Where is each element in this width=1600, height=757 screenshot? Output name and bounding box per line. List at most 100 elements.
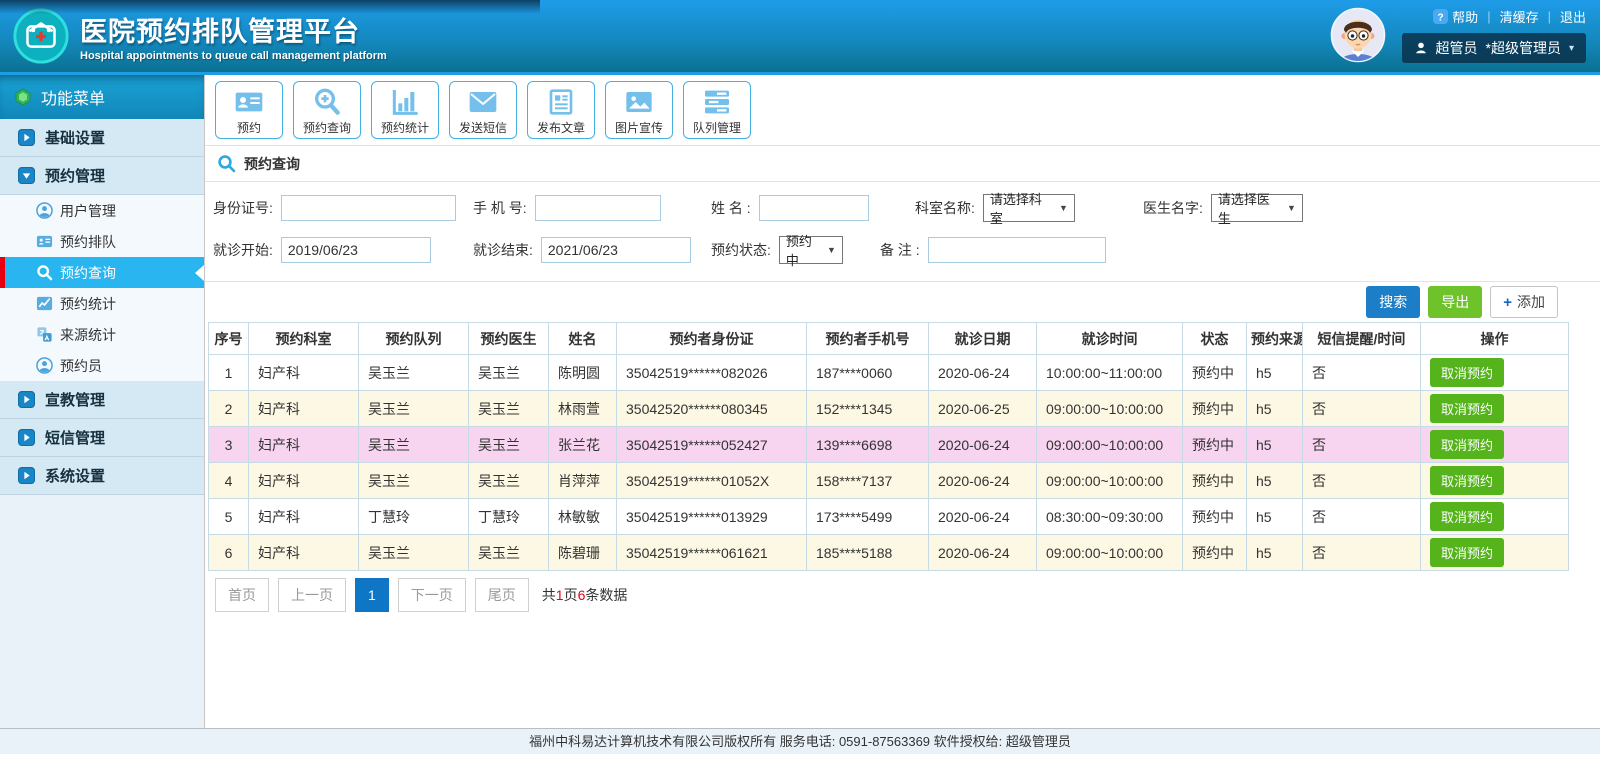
- copyright-text: 福州中科易达计算机技术有限公司版权所有 服务电话: 0591-87563369 …: [529, 734, 1071, 749]
- table-cell: 妇产科: [249, 391, 359, 427]
- patient-name-input[interactable]: [759, 195, 869, 221]
- collapsed-arrow-icon: [18, 467, 35, 484]
- cancel-appointment-button[interactable]: 取消预约: [1430, 502, 1504, 531]
- table-cell: h5: [1247, 391, 1303, 427]
- table-cell: 否: [1303, 535, 1421, 571]
- doctor-field-group: 医生名字: 请选择医生▼: [1143, 194, 1303, 222]
- search-icon: [36, 264, 53, 281]
- sidebar-item-label: 预约查询: [60, 263, 116, 283]
- toolbar-button-appointment-stats[interactable]: 预约统计: [371, 81, 439, 139]
- prev-page-button[interactable]: 上一页: [278, 578, 346, 612]
- logout-link[interactable]: 退出: [1560, 7, 1586, 26]
- toolbar-button-publish-article[interactable]: 发布文章: [527, 81, 595, 139]
- toolbar-button-appointment[interactable]: 预约: [215, 81, 283, 139]
- table-cell: 预约中: [1183, 391, 1247, 427]
- table-action-cell: 取消预约: [1421, 355, 1569, 391]
- sidebar-item-source-stats[interactable]: 来源统计: [0, 319, 204, 350]
- cancel-appointment-button[interactable]: 取消预约: [1430, 430, 1504, 459]
- visit-end-input[interactable]: [541, 237, 691, 263]
- column-header: 序号: [209, 323, 249, 355]
- table-cell: 6: [209, 535, 249, 571]
- sidebar-item-appointment-query[interactable]: 预约查询: [0, 257, 204, 288]
- page-1-button[interactable]: 1: [355, 578, 389, 612]
- add-button[interactable]: + 添加: [1490, 286, 1558, 318]
- table-cell: 否: [1303, 391, 1421, 427]
- pagination-summary: 共1页6条数据: [542, 585, 628, 605]
- sidebar-item-sms-management[interactable]: 短信管理: [0, 419, 204, 457]
- department-select[interactable]: 请选择科室▼: [983, 194, 1075, 222]
- sidebar-item-education-management[interactable]: 宣教管理: [0, 381, 204, 419]
- visit-start-input[interactable]: [281, 237, 431, 263]
- table-cell: 预约中: [1183, 427, 1247, 463]
- plus-icon: +: [1503, 295, 1512, 310]
- cancel-appointment-button[interactable]: 取消预约: [1430, 538, 1504, 567]
- sidebar-item-appointment-queue[interactable]: 预约排队: [0, 226, 204, 257]
- sidebar-item-appointment-management[interactable]: 预约管理: [0, 157, 204, 195]
- cancel-appointment-button[interactable]: 取消预约: [1430, 466, 1504, 495]
- export-button[interactable]: 导出: [1428, 286, 1482, 318]
- cancel-appointment-button[interactable]: 取消预约: [1430, 358, 1504, 387]
- help-link[interactable]: ? 帮助: [1433, 7, 1478, 26]
- chevron-down-icon: ▾: [1569, 43, 1574, 54]
- clear-cache-link[interactable]: 清缓存: [1500, 7, 1539, 26]
- column-header: 预约医生: [469, 323, 549, 355]
- table-cell: h5: [1247, 499, 1303, 535]
- table-cell: 林敏敏: [549, 499, 617, 535]
- table-header-row: 序号预约科室预约队列预约医生姓名预约者身份证预约者手机号就诊日期就诊时间状态预约…: [209, 323, 1569, 355]
- sidebar-item-label: 预约管理: [45, 165, 105, 186]
- doctor-label: 医生名字:: [1143, 198, 1203, 218]
- toolbar-button-send-sms[interactable]: 发送短信: [449, 81, 517, 139]
- remarks-label: 备 注 :: [880, 240, 920, 260]
- sidebar-item-system-settings[interactable]: 系统设置: [0, 457, 204, 495]
- id-card-large-icon: [232, 86, 266, 118]
- toolbar-button-label: 预约: [237, 119, 261, 136]
- sidebar-item-user-management[interactable]: 用户管理: [0, 195, 204, 226]
- table-cell: 35042520******080345: [617, 391, 807, 427]
- department-field-group: 科室名称:请选择科室▼: [915, 194, 1075, 222]
- user-avatar: [1330, 7, 1386, 63]
- toolbar-button-label: 发布文章: [537, 119, 585, 136]
- id-card-number-input[interactable]: [281, 195, 456, 221]
- search-icon: [217, 154, 236, 173]
- sidebar: 功能菜单 基础设置预约管理用户管理预约排队预约查询预约统计来源统计预约员宣教管理…: [0, 75, 205, 728]
- toolbar-button-label: 图片宣传: [615, 119, 663, 136]
- sidebar-item-label: 基础设置: [45, 127, 105, 148]
- sidebar-menu-title: 功能菜单: [0, 75, 204, 119]
- table-cell: 158****7137: [807, 463, 929, 499]
- phone-number-input[interactable]: [535, 195, 661, 221]
- sidebar-item-basic-settings[interactable]: 基础设置: [0, 119, 204, 157]
- sidebar-item-appointment-stats[interactable]: 预约统计: [0, 288, 204, 319]
- column-header: 预约队列: [359, 323, 469, 355]
- actions-row: 搜索 导出 + 添加: [205, 282, 1600, 322]
- user-menu[interactable]: 超管员 *超级管理员 ▾: [1402, 33, 1586, 63]
- doctor-select[interactable]: 请选择医生▼: [1211, 194, 1303, 222]
- table-row: 6妇产科吴玉兰吴玉兰陈碧珊35042519******061621185****…: [209, 535, 1569, 571]
- table-cell: 2020-06-24: [929, 427, 1037, 463]
- table-cell: 预约中: [1183, 463, 1247, 499]
- sidebar-item-label: 预约排队: [60, 232, 116, 252]
- search-button[interactable]: 搜索: [1366, 286, 1420, 318]
- cancel-appointment-button[interactable]: 取消预约: [1430, 394, 1504, 423]
- table-action-cell: 取消预约: [1421, 463, 1569, 499]
- sidebar-item-appointment-clerk[interactable]: 预约员: [0, 350, 204, 381]
- remarks-input[interactable]: [928, 237, 1106, 263]
- table-cell: 1: [209, 355, 249, 391]
- first-page-button[interactable]: 首页: [215, 578, 269, 612]
- svg-text:?: ?: [1438, 12, 1444, 23]
- envelope-icon: [466, 86, 500, 118]
- table-cell: 吴玉兰: [359, 535, 469, 571]
- toolbar-button-image-promotion[interactable]: 图片宣传: [605, 81, 673, 139]
- appointment-status-select[interactable]: 预约中▼: [779, 236, 843, 264]
- toolbar: 预约 预约查询预约统计发送短信 发布文章 图片宣传 队列管理: [205, 75, 1600, 146]
- last-page-button[interactable]: 尾页: [475, 578, 529, 612]
- visit-start-label: 就诊开始:: [213, 240, 273, 260]
- toolbar-button-appointment-query[interactable]: 预约查询: [293, 81, 361, 139]
- toolbar-button-label: 发送短信: [459, 119, 507, 136]
- table-cell: 吴玉兰: [359, 391, 469, 427]
- table-cell: 丁慧玲: [359, 499, 469, 535]
- next-page-button[interactable]: 下一页: [398, 578, 466, 612]
- remarks-field-group: 备 注 :: [880, 236, 1106, 264]
- toolbar-button-queue-management[interactable]: 队列管理: [683, 81, 751, 139]
- divider: |: [1487, 9, 1490, 24]
- user-icon: [36, 357, 53, 374]
